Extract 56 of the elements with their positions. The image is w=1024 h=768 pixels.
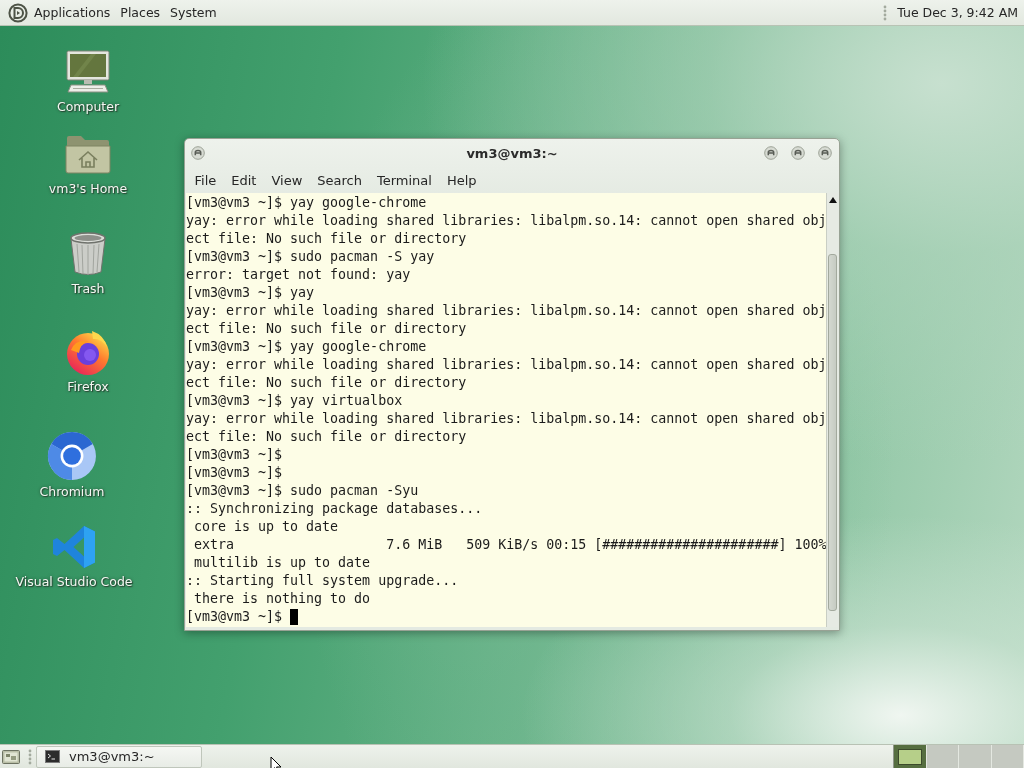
icon-label[interactable]: Computer <box>56 99 120 115</box>
terminal-line: [vm3@vm3 ~]$ <box>186 608 283 626</box>
terminal-line: ect file: No such file or directory <box>186 230 467 248</box>
drag-handle-icon[interactable] <box>883 4 888 21</box>
menu-item[interactable]: Edit <box>223 169 264 191</box>
terminal-line: [vm3@vm3 ~]$ sudo pacman -S yay <box>186 248 435 266</box>
computer-icon[interactable] <box>64 48 112 96</box>
terminal-line: ect file: No such file or directory <box>186 320 467 338</box>
terminal-line: core is up to date <box>193 518 339 536</box>
terminal-line: error: target not found: yay <box>186 266 411 284</box>
clock[interactable]: Tue Dec 3, 9:42 AM <box>887 5 1018 20</box>
icon-label[interactable]: vm3's Home <box>48 181 128 197</box>
show-desktop-icon[interactable] <box>2 748 20 765</box>
menu-item[interactable]: View <box>263 169 310 191</box>
terminal-line: [vm3@vm3 ~]$ yay virtualbox <box>186 392 403 410</box>
terminal-line: extra 7.6 MiB 509 KiB/s 00:15 [######################] 100% <box>193 536 827 554</box>
terminal-line: yay: error while loading shared libraries: libalpm.so.14: cannot open shared obj <box>186 356 827 374</box>
window-title: vm3@vm3:~ <box>466 145 558 161</box>
terminal-line: [vm3@vm3 ~]$ yay <box>186 284 315 302</box>
menu-item[interactable]: Help <box>439 169 485 191</box>
terminal-line: [vm3@vm3 ~]$ yay google-chrome <box>186 194 427 212</box>
terminal-line: there is nothing to do <box>193 590 371 608</box>
window-menu-icon[interactable] <box>191 146 205 160</box>
terminal-line: [vm3@vm3 ~]$ sudo pacman -Syu <box>186 482 419 500</box>
firefox-icon[interactable] <box>64 328 112 376</box>
terminal-line: ect file: No such file or directory <box>186 428 467 446</box>
terminal-line: :: Starting full system upgrade... <box>186 572 459 590</box>
terminal-icon <box>45 750 60 763</box>
icon-label[interactable]: Trash <box>71 281 105 297</box>
terminal-line: [vm3@vm3 ~]$ yay google-chrome <box>186 338 427 356</box>
terminal-line: [vm3@vm3 ~]$ <box>186 446 283 464</box>
scroll-up-icon[interactable] <box>829 197 838 203</box>
terminal-line: [vm3@vm3 ~]$ <box>186 464 283 482</box>
scrollbar-thumb[interactable] <box>828 254 837 611</box>
terminal-line: yay: error while loading shared libraries: libalpm.so.14: cannot open shared obj <box>186 410 827 428</box>
taskbar-button[interactable]: vm3@vm3:~ <box>36 745 202 768</box>
panel-menu[interactable]: Applications <box>29 2 116 23</box>
drag-handle-icon[interactable] <box>28 748 32 765</box>
terminal-line: yay: error while loading shared libraries: libalpm.so.14: cannot open shared obj <box>186 212 827 230</box>
panel-menu[interactable]: System <box>165 2 222 23</box>
terminal-line: ect file: No such file or directory <box>186 374 467 392</box>
scrollbar[interactable] <box>826 193 838 627</box>
chromium-icon[interactable] <box>47 431 97 481</box>
close-icon[interactable] <box>818 146 832 160</box>
maximize-icon[interactable] <box>791 146 805 160</box>
menu-item[interactable]: Search <box>309 169 370 191</box>
terminal-line: multilib is up to date <box>193 554 371 572</box>
window-preview-icon <box>897 748 922 765</box>
minimize-icon[interactable] <box>764 146 778 160</box>
logo-icon[interactable] <box>8 2 28 23</box>
panel-menu[interactable]: Places <box>115 2 166 23</box>
terminal-line: yay: error while loading shared libraries: libalpm.so.14: cannot open shared obj <box>186 302 827 320</box>
terminal-line: :: Synchronizing package databases... <box>186 500 483 518</box>
menu-item[interactable]: Terminal <box>369 169 440 191</box>
workspace-button[interactable] <box>894 745 927 768</box>
menu-item[interactable]: File <box>187 169 224 191</box>
